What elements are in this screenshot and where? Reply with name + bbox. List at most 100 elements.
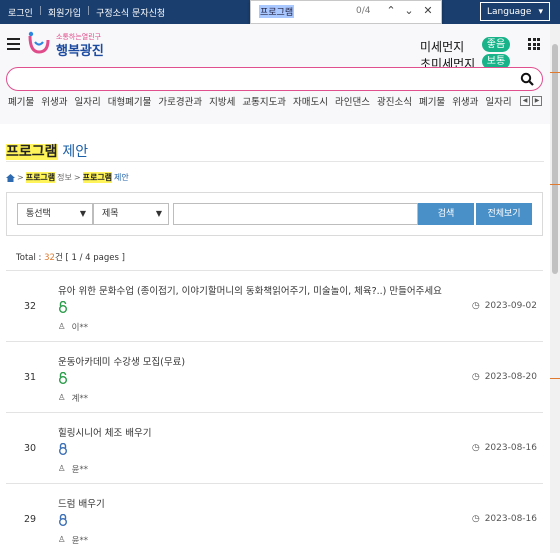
chevron-down-icon[interactable]: ⌄	[402, 4, 416, 17]
total-unit: 건	[54, 253, 63, 263]
site-search-box	[6, 67, 543, 91]
language-label: Language	[487, 7, 532, 17]
language-select[interactable]: Language ▾	[480, 2, 550, 21]
menu-icon[interactable]	[7, 38, 20, 53]
page-title: 프로그램 제안	[6, 141, 88, 161]
field-select[interactable]: 제목 ▼	[93, 203, 169, 225]
fine-dust-status-badge: 좋음	[482, 37, 510, 52]
post-title[interactable]: 드럼 배우기	[58, 496, 105, 510]
clock-icon: ◷	[471, 443, 480, 453]
user-icon: ♙	[58, 393, 66, 403]
find-match-marker	[550, 72, 560, 73]
keyword-link[interactable]: 위생과	[452, 94, 478, 108]
scrollbar[interactable]	[550, 24, 560, 553]
category-select-value: 통선택	[26, 209, 51, 219]
chevron-left-icon[interactable]: ◀	[520, 96, 530, 106]
keyword-link[interactable]: 지방세	[209, 94, 235, 108]
post-date: ◷ 2023-08-16	[472, 514, 537, 524]
field-select-value: 제목	[102, 209, 119, 219]
author-name: 윤**	[71, 536, 88, 546]
signup-link[interactable]: 회원가입	[48, 6, 81, 19]
sms-subscribe-link[interactable]: 구정소식 문자신청	[96, 6, 165, 19]
author-name: 윤**	[71, 465, 88, 475]
post-author: ♙ 이**	[58, 321, 88, 333]
unlock-icon	[59, 372, 67, 384]
lock-icon	[59, 514, 67, 526]
top-links: 로그인 | 회원가입 | 구정소식 문자신청	[8, 6, 165, 19]
breadcrumb-separator: >	[73, 173, 81, 182]
post-author: ♙ 계**	[58, 392, 88, 404]
keyword-input[interactable]	[173, 203, 418, 225]
keyword-link[interactable]: 교통지도과	[242, 94, 286, 108]
site-logo[interactable]: 소통하는열린구 행복광진	[26, 30, 106, 59]
clock-icon: ◷	[471, 301, 480, 311]
post-date: ◷ 2023-08-16	[472, 443, 537, 453]
scrollbar-thumb[interactable]	[552, 44, 558, 274]
search-button[interactable]: 검색	[418, 203, 474, 225]
keyword-link[interactable]: 자매도시	[293, 94, 328, 108]
page-title-highlight: 프로그램	[6, 144, 58, 160]
user-icon: ♙	[58, 535, 66, 545]
date-text: 2023-08-20	[484, 372, 537, 382]
keyword-link[interactable]: 대형폐기물	[108, 94, 152, 108]
apps-grid-icon[interactable]	[528, 38, 540, 50]
keyword-link[interactable]: 일자리	[485, 94, 511, 108]
user-icon: ♙	[58, 464, 66, 474]
popular-keywords: 폐기물 위생과 일자리 대형폐기물 가로경관과 지방세 교통지도과 자매도시 라…	[8, 94, 512, 108]
total-count: Total : 32건 [ 1 / 4 pages ]	[16, 251, 125, 263]
author-name: 이**	[71, 323, 88, 333]
breadcrumb-item-hl[interactable]: 프로그램	[25, 172, 56, 183]
close-icon[interactable]: ✕	[421, 4, 435, 17]
breadcrumb-current-rest: 제안	[114, 173, 129, 182]
post-title[interactable]: 힐링시니어 체조 배우기	[58, 425, 151, 439]
fine-dust-label: 미세먼지	[420, 40, 465, 54]
total-label: Total :	[16, 253, 45, 263]
keyword-link[interactable]: 가로경관과	[158, 94, 202, 108]
find-bar: 프로그램 0/4 ⌃ ⌄ ✕	[250, 0, 442, 24]
find-input[interactable]: 프로그램	[259, 5, 295, 18]
keyword-link[interactable]: 폐기물	[8, 94, 34, 108]
keyword-link[interactable]: 라인댄스	[335, 94, 370, 108]
chevron-down-icon: ▼	[79, 209, 86, 218]
keyword-link[interactable]: 위생과	[41, 94, 67, 108]
post-number: 30	[24, 443, 37, 454]
post-title[interactable]: 운동아카데미 수강생 모집(무료)	[58, 354, 185, 368]
breadcrumb-current-hl: 프로그램	[82, 172, 113, 183]
search-icon[interactable]	[520, 72, 534, 86]
post-author: ♙ 윤**	[58, 534, 88, 546]
clock-icon: ◷	[471, 514, 480, 524]
divider	[6, 161, 544, 162]
page-title-rest: 제안	[62, 144, 89, 160]
chevron-right-icon[interactable]: ▶	[532, 96, 542, 106]
chevron-down-icon: ▾	[538, 7, 543, 17]
search-filter: 통선택 ▼ 제목 ▼ 검색 전체보기	[6, 192, 543, 236]
logo-text: 행복광진	[56, 44, 104, 59]
category-select[interactable]: 통선택 ▼	[17, 203, 93, 225]
post-title[interactable]: 유아 위한 문화수업 (종이접기, 이야기할머니의 동화책읽어주기, 미술놀이,…	[58, 283, 442, 297]
keyword-link[interactable]: 일자리	[74, 94, 100, 108]
divider: |	[87, 6, 91, 16]
view-all-button[interactable]: 전체보기	[476, 203, 532, 225]
keyword-link[interactable]: 광진소식	[377, 94, 412, 108]
keyword-link[interactable]: 폐기물	[419, 94, 445, 108]
page-info: [ 1 / 4 pages ]	[65, 253, 125, 263]
find-match-marker	[550, 378, 560, 379]
login-link[interactable]: 로그인	[8, 6, 33, 19]
post-date: ◷ 2023-08-20	[472, 372, 537, 382]
divider: |	[38, 6, 42, 16]
breadcrumb: > 프로그램 정보 > 프로그램 제안	[6, 172, 129, 183]
list-item[interactable]: 31 운동아카데미 수강생 모집(무료) ♙ 계** ◷ 2023-08-20	[6, 341, 543, 413]
post-number: 29	[24, 514, 37, 525]
unlock-icon	[59, 301, 67, 313]
chevron-up-icon[interactable]: ⌃	[384, 4, 398, 17]
breadcrumb-item-rest[interactable]: 정보	[57, 172, 72, 183]
site-search-input[interactable]	[17, 71, 511, 89]
list-item[interactable]: 32 유아 위한 문화수업 (종이접기, 이야기할머니의 동화책읽어주기, 미술…	[6, 270, 543, 342]
post-date: ◷ 2023-09-02	[472, 301, 537, 311]
list-item[interactable]: 30 힐링시니어 체조 배우기 ♙ 윤** ◷ 2023-08-16	[6, 412, 543, 484]
home-icon[interactable]	[6, 173, 15, 182]
author-name: 계**	[71, 394, 88, 404]
list-item[interactable]: 29 드럼 배우기 ♙ 윤** ◷ 2023-08-16	[6, 483, 543, 555]
logo-mark-icon	[28, 31, 50, 54]
chevron-down-icon: ▼	[155, 209, 162, 218]
